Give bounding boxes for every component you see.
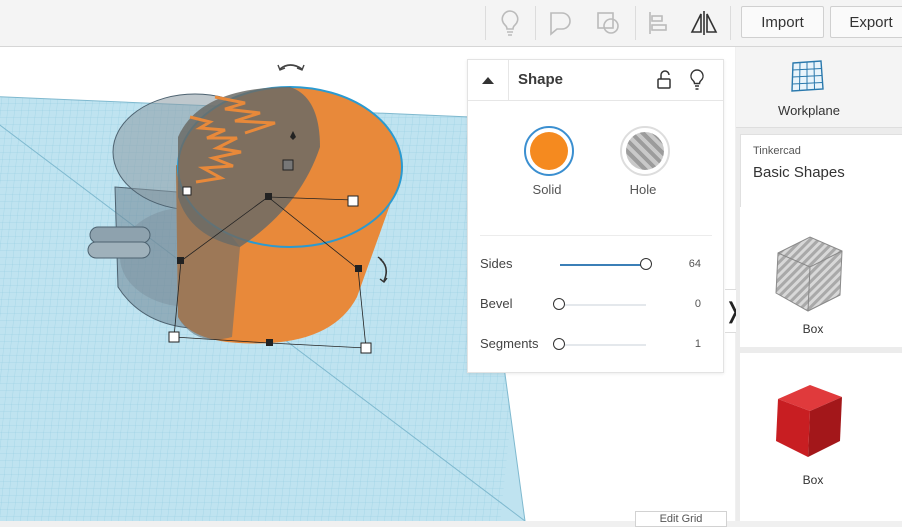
shape-icon[interactable] [540,4,580,42]
inspector-title: Shape [518,71,564,88]
resize-handle[interactable] [182,186,192,196]
sides-label: Sides [480,256,513,271]
shape-item-box[interactable]: Box [740,353,902,521]
edit-grid-button[interactable]: Edit Grid [635,511,727,527]
segments-slider-track[interactable] [558,344,646,346]
library-name: Basic Shapes [753,164,845,181]
segments-slider-knob[interactable] [553,338,565,350]
unlock-icon[interactable] [653,69,675,91]
caret-up-icon [482,76,494,84]
library-source: Tinkercad [753,145,801,157]
toolbar-divider [535,6,536,40]
collapse-button[interactable] [468,60,509,100]
segments-value[interactable]: 1 [671,338,701,350]
box-hole-icon [775,236,843,312]
box-icon [776,385,842,457]
lightbulb-icon[interactable] [686,68,708,92]
shape-label: Box [802,322,824,336]
shape-inspector: Shape Solid Hole Sides 64 Bevel 0 Segmen… [467,59,724,373]
hole-label: Hole [629,182,657,197]
right-panel: Workplane Tinkercad Basic Shapes Box Box [736,47,902,521]
sides-value[interactable]: 64 [671,258,701,270]
lightbulb-icon[interactable] [490,4,530,42]
small-rods[interactable] [87,226,151,259]
mirror-icon[interactable] [684,4,724,42]
resize-handle[interactable] [347,195,359,207]
export-button[interactable]: Export [830,6,902,38]
edge-handle[interactable] [265,193,272,200]
top-toolbar: Import Export [0,0,902,47]
segments-label: Segments [480,336,539,351]
workplane-label: Workplane [778,103,840,118]
hole-swatch[interactable] [620,126,670,176]
align-icon[interactable] [638,4,678,42]
bevel-value[interactable]: 0 [671,298,701,310]
workplane-button[interactable]: Workplane [736,47,902,128]
toolbar-divider [730,6,731,40]
workplane-icon [791,60,824,92]
edge-handle[interactable] [266,339,273,346]
edge-handle[interactable] [177,257,184,264]
bevel-slider-track[interactable] [558,304,646,306]
height-handle[interactable] [282,159,294,171]
toolbar-divider [635,6,636,40]
resize-handle[interactable] [168,331,180,343]
sides-slider-knob[interactable] [640,258,652,270]
edge-handle[interactable] [355,265,362,272]
divider [480,235,712,236]
shape-label: Box [802,473,824,487]
import-button[interactable]: Import [741,6,824,38]
toolbar-divider [485,6,486,40]
solid-label: Solid [532,182,562,197]
shape-item-box-hole[interactable]: Box [740,207,902,347]
sides-slider-fill [560,264,646,266]
solid-swatch[interactable] [524,126,574,176]
bevel-slider-knob[interactable] [553,298,565,310]
inspector-header: Shape [468,60,723,101]
shape-outline-icon[interactable] [588,4,628,42]
resize-handle[interactable] [360,342,372,354]
bevel-label: Bevel [480,296,513,311]
